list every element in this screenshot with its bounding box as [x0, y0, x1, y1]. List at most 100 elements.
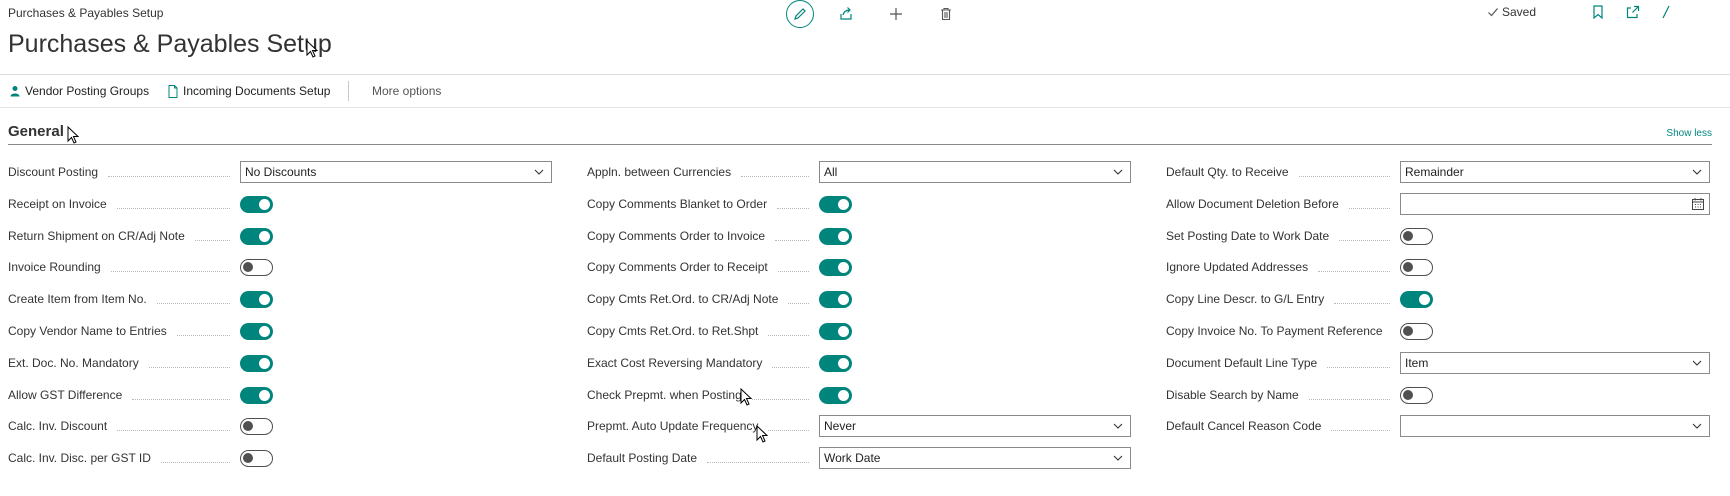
toggle-switch[interactable]	[819, 386, 852, 404]
dropdown-select[interactable]: Work Date	[819, 447, 1131, 470]
toggle-switch[interactable]	[1400, 291, 1433, 309]
toggle-switch[interactable]	[240, 354, 273, 372]
field-label: Check Prepmt. when Posting	[587, 387, 742, 402]
action-bar: Vendor Posting Groups Incoming Documents…	[0, 74, 1730, 108]
dotted-leader	[116, 207, 230, 209]
dropdown-select[interactable]: Remainder	[1400, 161, 1710, 183]
dotted-leader	[751, 398, 809, 400]
toggle-switch[interactable]	[240, 291, 273, 309]
field-value: Work Date	[824, 451, 881, 466]
date-input[interactable]	[1400, 192, 1710, 215]
toggle-knob	[259, 389, 270, 401]
toggle-switch[interactable]	[240, 323, 273, 340]
toggle-switch[interactable]	[819, 195, 852, 213]
chevron-down-icon	[1692, 169, 1702, 175]
field-label: Return Shipment on CR/Adj Note	[8, 228, 185, 243]
dropdown-select[interactable]: Item	[1400, 351, 1710, 374]
dotted-leader	[160, 462, 230, 464]
field-row: Document Default Line Type Item	[1166, 351, 1710, 377]
toggle-switch[interactable]	[819, 259, 852, 277]
field-label: Copy Line Descr. to G/L Entry	[1166, 292, 1325, 307]
toggle-knob	[1403, 230, 1413, 241]
status-area: Saved	[1487, 5, 1670, 19]
field-label: Copy Invoice No. To Payment Reference	[1166, 324, 1383, 338]
dotted-leader	[156, 303, 230, 305]
page-title: Purchases & Payables Setup	[8, 30, 332, 58]
toggle-switch[interactable]	[240, 259, 273, 277]
toggle-switch[interactable]	[1400, 259, 1433, 277]
field-label: Create Item from Item No.	[8, 292, 147, 307]
dropdown-select[interactable]: All	[819, 161, 1131, 183]
dotted-leader	[132, 398, 230, 400]
toggle-switch[interactable]	[240, 418, 273, 436]
field-value: Remainder	[1405, 165, 1464, 179]
field-row: Default Qty. to Receive Remainder	[1166, 160, 1710, 186]
dropdown-select[interactable]: No Discounts	[240, 161, 552, 183]
toggle-knob	[243, 453, 253, 464]
vendor-posting-groups-action[interactable]: Vendor Posting Groups	[10, 84, 149, 98]
dotted-leader	[777, 207, 809, 209]
field-label: Exact Cost Reversing Mandatory	[587, 355, 763, 370]
toggle-switch[interactable]	[1400, 227, 1433, 245]
saved-label: Saved	[1501, 5, 1536, 19]
show-less-link[interactable]: Show less	[1666, 128, 1712, 139]
field-row: Create Item from Item No.	[8, 287, 552, 313]
dotted-leader	[1348, 207, 1390, 209]
more-options-label: More options	[372, 84, 442, 98]
toggle-switch[interactable]	[819, 354, 852, 372]
dotted-leader	[110, 271, 230, 273]
pencil-icon	[794, 8, 806, 20]
field-row: Check Prepmt. when Posting	[587, 383, 1131, 409]
field-row: Discount Posting No Discounts	[8, 160, 552, 186]
open-in-new-window-icon	[1626, 5, 1640, 19]
open-new-window-button[interactable]	[1626, 5, 1640, 19]
new-button[interactable]	[886, 4, 906, 24]
dotted-leader	[768, 335, 809, 336]
mouse-cursor-icon	[740, 388, 752, 406]
field-label: Disable Search by Name	[1166, 387, 1299, 402]
toggle-knob	[838, 326, 849, 337]
toggle-switch[interactable]	[240, 195, 273, 213]
edit-button[interactable]	[786, 0, 814, 28]
incoming-documents-setup-action[interactable]: Incoming Documents Setup	[168, 84, 330, 98]
bookmark-button[interactable]	[1592, 5, 1604, 19]
chevron-down-icon	[1692, 360, 1702, 366]
field-row: Copy Comments Order to Invoice	[587, 224, 1131, 250]
field-row: Exact Cost Reversing Mandatory	[587, 351, 1131, 377]
share-button[interactable]	[836, 4, 856, 24]
bookmark-icon	[1593, 5, 1603, 19]
toggle-knob	[259, 198, 270, 210]
dotted-leader	[775, 239, 809, 241]
dotted-leader	[1331, 430, 1390, 432]
toggle-switch[interactable]	[819, 291, 852, 309]
toggle-switch[interactable]	[240, 450, 273, 468]
toggle-knob	[838, 389, 849, 401]
toggle-knob	[243, 262, 253, 273]
toggle-switch[interactable]	[1400, 386, 1433, 404]
toggle-switch[interactable]	[240, 227, 273, 245]
share-icon	[840, 7, 852, 20]
field-label: Copy Comments Order to Receipt	[587, 260, 768, 275]
toggle-switch[interactable]	[819, 227, 852, 245]
dropdown-select[interactable]	[1400, 415, 1710, 438]
field-label: Copy Vendor Name to Entries	[8, 324, 167, 338]
dropdown-select[interactable]: Never	[819, 415, 1131, 438]
breadcrumb: Purchases & Payables Setup	[8, 6, 164, 20]
more-options-action[interactable]: More options	[372, 84, 441, 98]
expand-button[interactable]	[1662, 5, 1670, 19]
section-divider	[8, 144, 1712, 145]
field-label: Invoice Rounding	[8, 260, 101, 275]
toggle-switch[interactable]	[1400, 323, 1433, 340]
field-label: Copy Comments Blanket to Order	[587, 196, 768, 211]
toggle-knob	[838, 198, 849, 210]
chevron-down-icon	[1692, 424, 1702, 430]
saved-status: Saved	[1487, 5, 1536, 19]
toggle-switch[interactable]	[240, 386, 273, 404]
toggle-switch[interactable]	[819, 323, 852, 340]
document-icon	[168, 84, 178, 98]
action-separator	[348, 81, 349, 101]
dotted-leader	[176, 335, 230, 336]
section-title-general[interactable]: General	[8, 123, 64, 140]
delete-button[interactable]	[936, 4, 956, 24]
field-row: Copy Vendor Name to Entries	[8, 319, 552, 345]
